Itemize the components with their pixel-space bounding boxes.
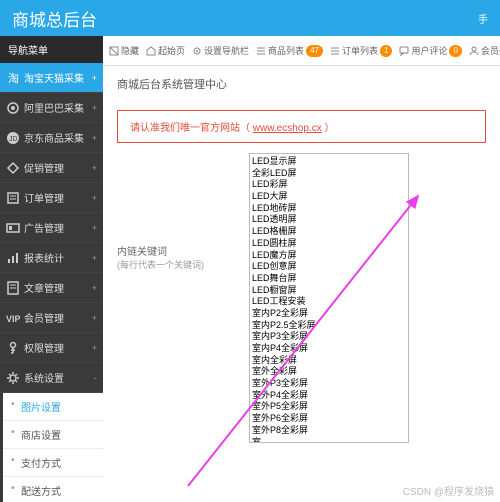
warning-banner: 请认准我们唯一官方网站（ www.ecshop.cx ） xyxy=(117,110,486,143)
list-icon xyxy=(256,46,266,56)
official-site-link[interactable]: www.ecshop.cx xyxy=(253,123,322,134)
sidebar-item-label: 系统设置 xyxy=(24,370,64,385)
sidebar-item-label: 权限管理 xyxy=(24,340,64,355)
tab-label: 商品列表 xyxy=(268,44,304,57)
promo-icon xyxy=(6,161,20,175)
sidebar-item-label: 会员管理 xyxy=(24,310,64,325)
tab-list[interactable]: 订单列表1 xyxy=(328,42,394,59)
expand-icon: + xyxy=(92,283,97,293)
sidebar-item-tao[interactable]: 淘淘宝天猫采集 + xyxy=(0,63,103,93)
svg-text:淘: 淘 xyxy=(8,72,19,85)
tao-icon: 淘 xyxy=(6,71,20,85)
submenu: 图片设置商店设置支付方式配送方式邮件服务器设置地区列表计划任务友情链接自动添加内… xyxy=(0,393,103,502)
tab-label: 会员列表 xyxy=(481,44,500,57)
keywords-label: 内链关键词 (每行代表一个关键词) xyxy=(117,153,237,443)
user-icon xyxy=(469,46,479,56)
main-panel: 隐藏起始页设置导航栏商品列表47订单列表1用户评论0会员列表 商城后台系统管理中… xyxy=(103,36,500,502)
sidebar-item-vip[interactable]: VIP 会员管理 + xyxy=(0,303,103,333)
expand-icon: + xyxy=(92,343,97,353)
expand-icon: + xyxy=(92,103,97,113)
sidebar-item-label: 文章管理 xyxy=(24,280,64,295)
tab-badge: 47 xyxy=(306,45,323,57)
sidebar-item-label: 报表统计 xyxy=(24,250,64,265)
sidebar: 导航菜单 淘淘宝天猫采集+阿里巴巴采集+JD京东商品采集+促销管理+订单管理+广… xyxy=(0,36,103,502)
order-icon xyxy=(6,191,20,205)
submenu-item[interactable]: 支付方式 xyxy=(3,449,103,477)
expand-icon: + xyxy=(92,163,97,173)
sidebar-item-label: 订单管理 xyxy=(24,190,64,205)
sidebar-item-perm[interactable]: 权限管理 + xyxy=(0,333,103,363)
sidebar-item-label: 广告管理 xyxy=(24,220,64,235)
tab-user[interactable]: 会员列表 xyxy=(467,42,500,59)
warning-text-post: ） xyxy=(324,123,334,134)
sidebar-item-label: 阿里巴巴采集 xyxy=(24,100,84,115)
sidebar-item-label: 京东商品采集 xyxy=(24,130,84,145)
keywords-hint: (每行代表一个关键词) xyxy=(117,258,237,271)
tab-label: 用户评论 xyxy=(411,44,447,57)
svg-text:VIP: VIP xyxy=(6,314,20,324)
report-icon xyxy=(6,251,20,265)
expand-icon: + xyxy=(92,313,97,323)
watermark: CSDN @程序发烧猿 xyxy=(403,483,494,498)
tab-bar: 隐藏起始页设置导航栏商品列表47订单列表1用户评论0会员列表 xyxy=(103,36,500,66)
keywords-textarea[interactable] xyxy=(249,153,409,443)
tab-label: 订单列表 xyxy=(342,44,378,57)
sidebar-item-label: 淘宝天猫采集 xyxy=(24,70,84,85)
svg-text:JD: JD xyxy=(9,136,18,143)
tab-badge: 1 xyxy=(380,45,392,57)
sidebar-item-label: 促销管理 xyxy=(24,160,64,175)
submenu-item[interactable]: 商店设置 xyxy=(3,421,103,449)
submenu-item[interactable]: 配送方式 xyxy=(3,477,103,502)
expand-icon: + xyxy=(92,223,97,233)
app-title: 商城总后台 xyxy=(12,6,97,31)
article-icon xyxy=(6,281,20,295)
sidebar-item-report[interactable]: 报表统计 + xyxy=(0,243,103,273)
jd-icon: JD xyxy=(6,131,20,145)
expand-icon: + xyxy=(92,253,97,263)
tab-label: 隐藏 xyxy=(121,44,139,57)
ali-icon xyxy=(6,101,20,115)
tab-gear[interactable]: 设置导航栏 xyxy=(190,42,251,59)
header-right: 手 xyxy=(478,11,488,26)
keywords-label-text: 内链关键词 xyxy=(117,247,167,258)
form-area: 内链关键词 (每行代表一个关键词) xyxy=(117,153,486,443)
sidebar-item-promo[interactable]: 促销管理 + xyxy=(0,153,103,183)
perm-icon xyxy=(6,341,20,355)
tab-label: 设置导航栏 xyxy=(204,44,249,57)
sidebar-item-sys[interactable]: 系统设置 - xyxy=(0,363,103,393)
warning-text-pre: 请认准我们唯一官方网站（ xyxy=(130,123,250,134)
submenu-item[interactable]: 图片设置 xyxy=(3,393,103,421)
expand-icon: - xyxy=(94,373,97,383)
sidebar-item-ali[interactable]: 阿里巴巴采集 + xyxy=(0,93,103,123)
sidebar-title: 导航菜单 xyxy=(0,36,103,63)
breadcrumb: 商城后台系统管理中心 xyxy=(103,66,500,102)
sidebar-item-ad[interactable]: 广告管理 + xyxy=(0,213,103,243)
expand-icon: + xyxy=(92,193,97,203)
sys-icon xyxy=(6,371,20,385)
app-header: 商城总后台 手 xyxy=(0,0,500,36)
list-icon xyxy=(330,46,340,56)
tab-list[interactable]: 商品列表47 xyxy=(254,42,325,59)
tab-label: 起始页 xyxy=(158,44,185,57)
expand-icon: + xyxy=(92,73,97,83)
tab-chat[interactable]: 用户评论0 xyxy=(397,42,463,59)
tab-hide[interactable]: 隐藏 xyxy=(107,42,141,59)
sidebar-item-order[interactable]: 订单管理 + xyxy=(0,183,103,213)
tab-home[interactable]: 起始页 xyxy=(144,42,187,59)
gear-icon xyxy=(192,46,202,56)
vip-icon: VIP xyxy=(6,311,20,325)
ad-icon xyxy=(6,221,20,235)
hide-icon xyxy=(109,46,119,56)
chat-icon xyxy=(399,46,409,56)
sidebar-item-jd[interactable]: JD 京东商品采集 + xyxy=(0,123,103,153)
sidebar-item-article[interactable]: 文章管理 + xyxy=(0,273,103,303)
home-icon xyxy=(146,46,156,56)
expand-icon: + xyxy=(92,133,97,143)
tab-badge: 0 xyxy=(449,45,461,57)
